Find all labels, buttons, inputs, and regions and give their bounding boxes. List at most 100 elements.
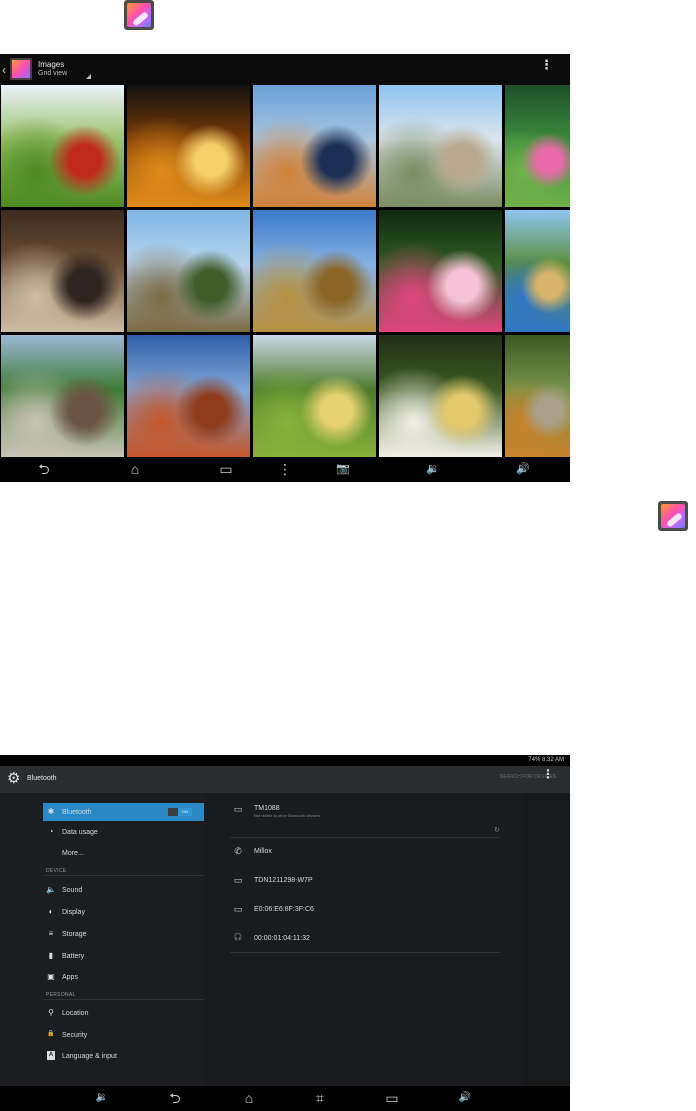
back-icon[interactable]: ⮌ (29, 462, 59, 476)
recents-icon[interactable]: ▭ (377, 1091, 407, 1105)
divider (43, 875, 204, 876)
back-caret-icon[interactable]: ‹ (2, 63, 6, 77)
photo-thumbnail-garden-gazebo[interactable] (253, 335, 376, 457)
sidebar-item-label: Battery (62, 953, 85, 960)
sidebar-item-label: Location (62, 1010, 89, 1017)
menu-icon[interactable]: ⋮ (270, 462, 300, 476)
sidebar-item-sound[interactable]: 🔈 Sound (43, 881, 204, 899)
sound-icon: 🔈 (46, 885, 56, 894)
display-icon: ◐ (48, 907, 54, 916)
home-icon[interactable]: ⌂ (234, 1091, 264, 1105)
sidebar-item-language[interactable]: A Language & input (43, 1047, 204, 1065)
device-name: TM1088 (254, 805, 280, 812)
status-bar: 74% 8:32 AM (0, 755, 570, 766)
photo-thumbnail-tiger[interactable] (505, 335, 570, 457)
battery-level: 74% (528, 757, 541, 763)
photo-thumbnail-dinosaur-statue[interactable] (505, 210, 570, 332)
bluetooth-icon: ✱ (47, 807, 55, 816)
clock: 8:32 AM (541, 757, 564, 763)
photo-grid (0, 85, 570, 457)
refresh-icon[interactable]: ↻ (494, 826, 500, 834)
system-nav-bar: 🔉 ⮌ ⌂ ⌗ ▭ 🔊 (0, 1086, 570, 1111)
photo-thumbnail-pink-lilies[interactable] (379, 210, 502, 332)
sidebar-item-label: Storage (62, 931, 87, 938)
language-icon: A (47, 1051, 55, 1060)
data-usage-icon: ◔ (48, 827, 54, 836)
settings-screen: 74% 8:32 AM ⚙ Bluetooth SEARCH FOR DEVIC… (0, 755, 570, 1111)
overflow-menu-icon[interactable]: ⋮ (540, 58, 553, 71)
location-icon: ⚲ (48, 1008, 54, 1017)
sidebar-item-label: Language & input (62, 1053, 117, 1060)
paired-device-row[interactable]: 🎧 00:00:01:04:11:32 (230, 928, 500, 950)
photo-thumbnail-white-lily[interactable] (379, 335, 502, 457)
divider (43, 999, 204, 1000)
photo-thumbnail-abstract-gold[interactable] (127, 85, 250, 207)
photo-thumbnail-stadium[interactable] (1, 335, 124, 457)
section-header-device: DEVICE (46, 868, 67, 874)
sidebar-item-storage[interactable]: ≡ Storage (43, 925, 204, 943)
sidebar-item-security[interactable]: 🔒 Security (43, 1026, 204, 1044)
home-icon[interactable]: ⌂ (120, 462, 150, 476)
volume-down-icon[interactable]: 🔉 (418, 462, 448, 476)
photo-thumbnail-delicate-arch[interactable] (127, 335, 250, 457)
gallery-app-icon[interactable] (124, 0, 154, 30)
lock-icon: 🔒 (47, 1031, 55, 1037)
battery-icon: ▮ (48, 951, 54, 960)
storage-icon: ≡ (48, 929, 54, 938)
sidebar-item-label: Data usage (62, 829, 98, 836)
photo-thumbnail-hay-bale[interactable] (253, 210, 376, 332)
laptop-icon: ▭ (233, 904, 243, 914)
sidebar-item-data-usage[interactable]: ◔ Data usage (43, 823, 204, 841)
photo-thumbnail-poppies[interactable] (1, 85, 124, 207)
laptop-icon: ▭ (233, 875, 243, 885)
gallery-app-icon[interactable] (658, 501, 688, 531)
headphones-icon: 🎧 (233, 934, 243, 941)
sidebar-item-label: Display (62, 909, 85, 916)
sidebar-item-more[interactable]: More... (43, 844, 204, 862)
album-title: Images (38, 60, 65, 69)
paired-device-row[interactable]: ▭ TDN1211298-W7P (230, 870, 500, 892)
view-mode-selector[interactable]: Grid view (38, 70, 67, 78)
device-name: 00:00:01:04:11:32 (254, 935, 310, 942)
photo-thumbnail-seastack-rock[interactable] (253, 85, 376, 207)
sidebar-item-location[interactable]: ⚲ Location (43, 1004, 204, 1022)
sidebar-item-label: Security (62, 1032, 88, 1039)
recents-icon[interactable]: ▭ (211, 462, 241, 476)
sidebar-item-label: Sound (62, 887, 83, 894)
own-device-row[interactable]: ▭ TM1088 Not visible to other Bluetooth … (230, 799, 500, 827)
photo-thumbnail-conservatory[interactable] (379, 85, 502, 207)
dropdown-indicator-icon[interactable] (86, 74, 91, 79)
paired-device-row[interactable]: ▭ E0:06:E6:8F:3F:C6 (230, 899, 500, 921)
volume-down-icon[interactable]: 🔉 (87, 1091, 117, 1105)
settings-gear-icon[interactable]: ⚙ (7, 771, 20, 787)
sidebar-item-apps[interactable]: ▣ Apps (43, 968, 204, 986)
camera-icon[interactable]: 📷 (328, 462, 358, 476)
device-name: TDN1211298-W7P (254, 877, 313, 884)
sidebar-item-label: Bluetooth (62, 809, 92, 816)
right-gutter (522, 793, 570, 1086)
sidebar-item-label: Apps (62, 974, 78, 981)
paired-device-row[interactable]: ✆ Millox (230, 841, 500, 863)
status-time: 74% 8:32 AM (528, 756, 564, 765)
photo-thumbnail-water-lily[interactable] (505, 85, 570, 207)
device-name: Millox (254, 848, 272, 855)
photo-thumbnail-lighthouse[interactable] (127, 210, 250, 332)
overflow-menu-icon[interactable]: ⋮ (542, 768, 554, 780)
gallery-icon[interactable] (10, 58, 32, 80)
divider (230, 952, 500, 953)
apps-icon: ▣ (47, 972, 55, 981)
sidebar-item-bluetooth[interactable]: ✱ Bluetooth ON (43, 803, 204, 821)
photo-thumbnail-baseball-frame[interactable] (1, 210, 124, 332)
device-name: E0:06:E6:8F:3F:C6 (254, 906, 314, 913)
sidebar-item-battery[interactable]: ▮ Battery (43, 947, 204, 965)
visibility-status: Not visible to other Bluetooth devices (254, 813, 320, 818)
bluetooth-toggle[interactable]: ON (168, 808, 192, 816)
volume-up-icon[interactable]: 🔊 (450, 1091, 480, 1105)
back-icon[interactable]: ⮌ (160, 1091, 190, 1105)
tablet-icon: ▭ (233, 804, 243, 814)
volume-up-icon[interactable]: 🔊 (508, 462, 538, 476)
screenshot-icon[interactable]: ⌗ (305, 1091, 335, 1105)
divider (230, 837, 500, 838)
system-nav-bar: ⮌ ⌂ ▭ ⋮ 📷 🔉 🔊 (0, 457, 570, 482)
sidebar-item-display[interactable]: ◐ Display (43, 903, 204, 921)
